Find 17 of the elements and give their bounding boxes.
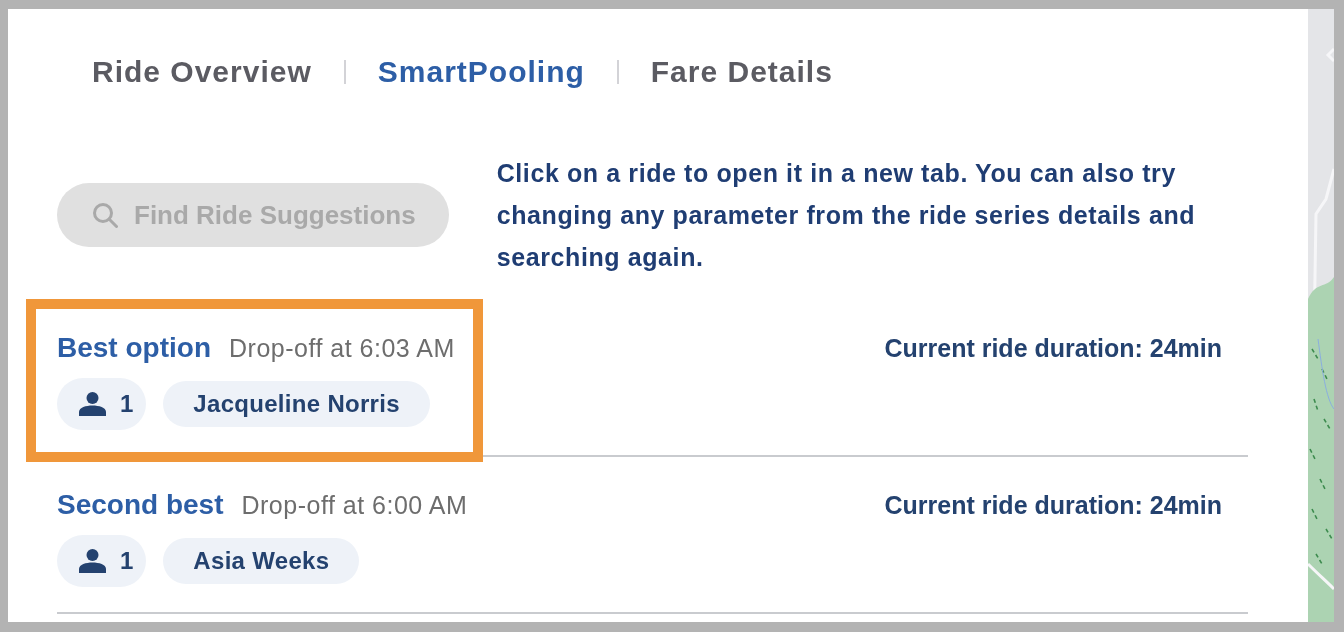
ride-title[interactable]: Best option: [57, 333, 211, 363]
dropoff-time: Drop-off at 6:03 AM: [229, 333, 455, 363]
rider-name-chip: Jacqueline Norris: [163, 381, 430, 427]
rider-name-chip: Asia Weeks: [163, 538, 360, 584]
search-icon: [92, 202, 118, 228]
tab[interactable]: Fare Details: [650, 54, 833, 90]
ride-duration: Current ride duration: 24min: [884, 333, 1222, 363]
person-icon: [79, 549, 106, 573]
dropoff-time: Drop-off at 6:00 AM: [241, 490, 468, 520]
passenger-count: 1: [120, 547, 134, 575]
tab[interactable]: SmartPooling: [377, 54, 585, 90]
ride-title[interactable]: Second best: [57, 490, 224, 520]
passenger-count: 1: [120, 390, 134, 418]
tab[interactable]: Ride Overview: [92, 54, 312, 90]
instruction-text: Click on a ride to open it in a new tab. You can also try changing any parameter from the ride series details and searching again.: [496, 158, 1197, 273]
person-icon: [79, 392, 106, 416]
ride-duration: Current ride duration: 24min: [884, 490, 1222, 520]
